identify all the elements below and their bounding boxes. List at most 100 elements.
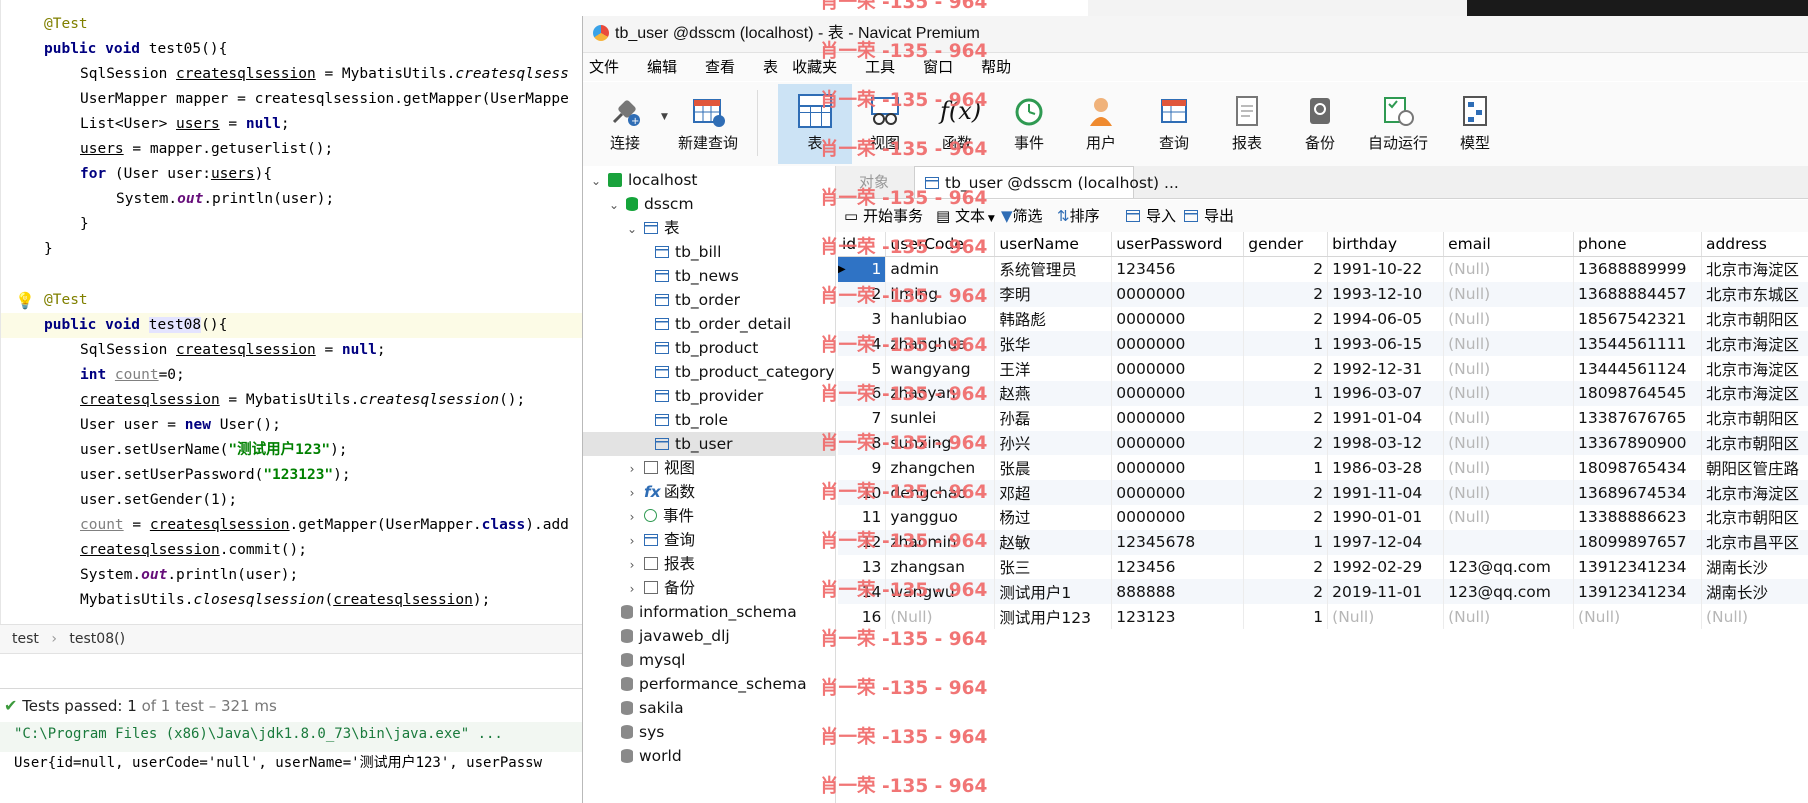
table-cell[interactable]: (Null) (1701, 604, 1808, 629)
table-cell[interactable]: 韩路彪 (994, 306, 1113, 332)
sort-button[interactable]: ⇅排序 (1057, 200, 1100, 232)
table-cell[interactable]: 北京市昌平区 (1701, 529, 1808, 555)
table-cell[interactable]: 杨过 (994, 504, 1113, 530)
column-header[interactable]: userPassword (1111, 232, 1245, 257)
table-cell[interactable]: (Null) (1443, 256, 1575, 282)
table-cell[interactable]: 12345678 (1111, 529, 1245, 555)
table-cell[interactable]: 888888 (1111, 579, 1245, 605)
breadcrumb-item[interactable]: test (12, 631, 39, 647)
table-cell[interactable]: (Null) (1573, 604, 1702, 629)
table-cell[interactable]: 0000000 (1111, 331, 1245, 357)
table-cell[interactable]: 北京市海淀区 (1701, 380, 1808, 406)
table-cell[interactable]: 北京市朝阳区 (1701, 504, 1808, 530)
table-cell[interactable]: 北京市海淀区 (1701, 331, 1808, 357)
table-cell[interactable]: (Null) (1443, 405, 1575, 431)
table-cell[interactable]: 2019-11-01 (1327, 579, 1445, 605)
table-cell[interactable]: 1991-10-22 (1327, 256, 1445, 282)
table-cell[interactable] (1443, 529, 1575, 555)
table-cell[interactable]: 2 (1243, 281, 1329, 307)
tree-table-item[interactable]: tb_order (655, 288, 740, 312)
toolbar-model-button[interactable]: 模型 (1441, 84, 1509, 164)
table-cell[interactable]: 2 (1243, 356, 1329, 381)
table-row[interactable]: 5 wangyang 王洋 0000000 2 1992-12-31 (Null) 13444… (838, 356, 1808, 381)
table-cell[interactable]: 18098764545 (1573, 380, 1702, 406)
table-cell[interactable]: (Null) (1443, 281, 1575, 307)
table-cell[interactable]: 0000000 (1111, 405, 1245, 431)
column-header[interactable]: phone (1573, 232, 1702, 257)
table-cell[interactable]: wangyang (885, 356, 996, 381)
tree-database-item[interactable]: sys (621, 720, 664, 744)
tree-connection-localhost[interactable]: ⌄ localhost (589, 168, 698, 192)
table-cell[interactable]: 2 (1243, 256, 1329, 282)
tree-database-item[interactable]: javaweb_dlj (621, 624, 730, 648)
tree-folder-backups[interactable]: › 备份 (625, 576, 695, 600)
column-header[interactable]: gender (1243, 232, 1329, 257)
table-cell[interactable]: hanlubiao (885, 306, 996, 332)
table-cell[interactable]: 1 (1243, 529, 1329, 555)
table-cell[interactable]: 1992-02-29 (1327, 554, 1445, 580)
table-cell[interactable]: 1 (1243, 604, 1329, 629)
table-cell[interactable]: 3 (838, 306, 887, 332)
table-cell[interactable]: 123456 (1111, 256, 1245, 282)
toolbar-query-button[interactable]: 查询 (1140, 84, 1208, 164)
table-cell[interactable]: 9 (838, 455, 887, 481)
table-cell[interactable]: 13388886623 (1573, 504, 1702, 530)
table-cell[interactable]: 2 (1243, 579, 1329, 605)
table-cell[interactable]: 湖南长沙 (1701, 554, 1808, 580)
column-header[interactable]: birthday (1327, 232, 1445, 257)
table-cell[interactable]: 北京市朝阳区 (1701, 306, 1808, 332)
table-cell[interactable]: 123@qq.com (1443, 579, 1575, 605)
tree-table-item[interactable]: tb_news (655, 264, 739, 288)
tree-folder-reports[interactable]: › 报表 (625, 552, 695, 576)
menu-file[interactable]: 文件 (589, 58, 619, 76)
table-cell[interactable]: (Null) (1443, 604, 1575, 629)
table-cell[interactable]: 孙磊 (994, 405, 1113, 431)
table-cell[interactable]: 2 (1243, 306, 1329, 332)
tree-folder-tables[interactable]: ⌄ 表 (625, 216, 679, 240)
menu-table[interactable]: 表 (763, 58, 778, 76)
table-cell[interactable]: 18098765434 (1573, 455, 1702, 481)
table-cell[interactable]: 1993-06-15 (1327, 331, 1445, 357)
toolbar-backup-button[interactable]: 备份 (1286, 84, 1354, 164)
toolbar-autorun-button[interactable]: 自动运行 (1358, 84, 1438, 164)
table-cell[interactable]: 123@qq.com (1443, 554, 1575, 580)
table-row[interactable]: 7 sunlei 孙磊 0000000 2 1991-01-04 (Null) 1338767… (838, 405, 1808, 431)
tree-table-item[interactable]: tb_product (655, 336, 758, 360)
chevron-down-icon[interactable]: ▼ (661, 112, 668, 122)
table-cell[interactable]: 孙兴 (994, 430, 1113, 456)
table-cell[interactable]: 2 (1243, 504, 1329, 530)
table-cell[interactable]: 张晨 (994, 455, 1113, 481)
table-cell[interactable]: sunlei (885, 405, 996, 431)
table-cell[interactable]: 北京市海淀区 (1701, 256, 1808, 282)
table-cell[interactable]: 2 (1243, 430, 1329, 456)
table-cell[interactable]: 13912341234 (1573, 579, 1702, 605)
table-cell[interactable]: 李明 (994, 281, 1113, 307)
column-header[interactable]: userName (994, 232, 1113, 257)
table-cell[interactable]: 2 (1243, 405, 1329, 431)
table-cell[interactable]: 0000000 (1111, 480, 1245, 505)
table-cell[interactable]: 2 (1243, 554, 1329, 580)
table-cell[interactable]: 北京市海淀区 (1701, 480, 1808, 505)
table-cell[interactable]: 1996-03-07 (1327, 380, 1445, 406)
table-cell[interactable]: 北京市海淀区 (1701, 356, 1808, 381)
table-cell[interactable]: 18567542321 (1573, 306, 1702, 332)
table-cell[interactable]: 朝阳区管庄路 (1701, 455, 1808, 481)
tree-database-item[interactable]: information_schema (621, 600, 797, 624)
table-cell[interactable]: 13912341234 (1573, 554, 1702, 580)
table-cell[interactable]: 1994-06-05 (1327, 306, 1445, 332)
table-cell[interactable]: 赵燕 (994, 380, 1113, 406)
menu-edit[interactable]: 编辑 (647, 58, 677, 76)
table-cell[interactable]: 张华 (994, 331, 1113, 357)
table-row[interactable]: 1 admin 系统管理员 123456 2 1991-10-22 (Null) 136888… (838, 256, 1808, 282)
table-cell[interactable]: (Null) (1443, 504, 1575, 530)
toolbar-new-query-button[interactable]: 新建查询 (669, 84, 747, 164)
table-cell[interactable]: 13688889999 (1573, 256, 1702, 282)
tree-database-item[interactable]: world (621, 744, 682, 768)
table-cell[interactable]: 1 (1243, 380, 1329, 406)
table-cell[interactable]: 13367890900 (1573, 430, 1702, 456)
table-cell[interactable]: 赵敏 (994, 529, 1113, 555)
table-cell[interactable]: (Null) (1443, 306, 1575, 332)
tree-database-item[interactable]: performance_schema (621, 672, 807, 696)
table-cell[interactable]: 2 (1243, 480, 1329, 505)
table-cell[interactable]: (Null) (1327, 604, 1445, 629)
